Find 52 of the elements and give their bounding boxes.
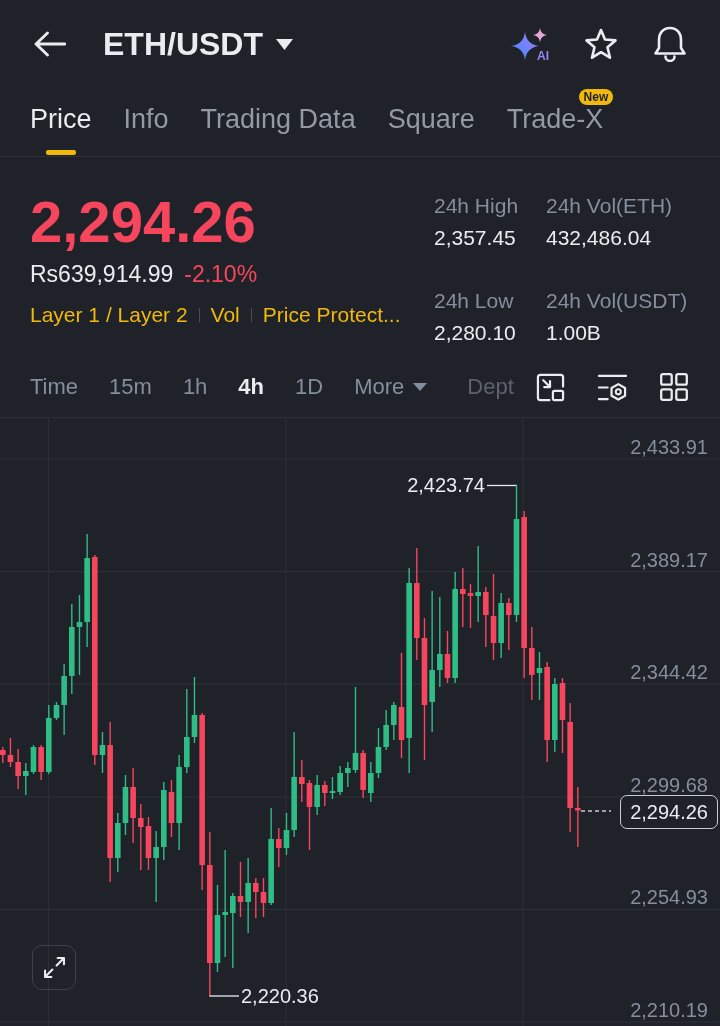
interval-tab[interactable]: 4h [238, 375, 265, 399]
active-tab-indicator [45, 150, 76, 155]
high-price-label: 2,423.74 [407, 475, 485, 495]
tab[interactable]: Price [30, 88, 92, 156]
ai-button[interactable]: AI [511, 27, 549, 61]
stat-value: 2,357.45 [434, 227, 517, 248]
expand-icon [43, 957, 65, 978]
current-price-label: 2,294.26 [620, 795, 718, 829]
leader-line [208, 995, 240, 997]
tag-link[interactable]: Vol [210, 304, 240, 325]
stat-value: 1.00B [546, 321, 602, 343]
tag-link[interactable]: Layer 1 / Layer 2 [30, 304, 188, 325]
tag-link[interactable]: Price Protect... [262, 304, 401, 325]
expand-button[interactable] [32, 945, 76, 990]
stat-label: 24h Vol(USDT) [546, 289, 688, 311]
stat-label: 24h Low [434, 289, 515, 311]
interval-tab[interactable]: 1D [295, 375, 324, 399]
tab[interactable]: Trading Data [200, 88, 356, 156]
price-change: -2.10% [184, 263, 258, 286]
star-icon[interactable] [584, 28, 618, 60]
stat-label: 24h Vol(ETH) [546, 195, 674, 216]
price-axis-label: 2,344.42 [630, 662, 708, 683]
stat-label: 24h High [434, 195, 520, 216]
bell-icon[interactable] [653, 26, 687, 62]
caret-down-icon [413, 383, 428, 391]
caret-down-icon [276, 38, 293, 50]
more-dropdown[interactable]: More [354, 375, 428, 399]
leader-line [486, 484, 517, 487]
low-price-label: 2,220.36 [241, 986, 319, 1006]
interval-tab[interactable]: Time [30, 375, 79, 399]
stat-value: 2,280.10 [434, 321, 517, 343]
price-axis-label: 2,433.91 [630, 437, 708, 457]
new-badge: New [578, 89, 614, 105]
price-axis-label: 2,299.68 [630, 774, 708, 795]
grid-icon[interactable] [660, 373, 688, 401]
picture-in-picture-icon[interactable] [536, 372, 565, 402]
price-axis-label: 2,389.17 [630, 549, 708, 570]
sparkle-icon [511, 27, 547, 60]
last-price: 2,294.26 [30, 193, 257, 251]
list-settings-icon[interactable] [597, 372, 628, 402]
tab[interactable]: Square [387, 88, 475, 156]
fiat-price: Rs639,914.99 [30, 263, 174, 286]
price-axis-label: 2,210.19 [630, 1000, 708, 1021]
tab[interactable]: Info [123, 88, 169, 156]
candle [575, 786, 581, 848]
interval-tab[interactable]: 15m [109, 375, 152, 399]
back-arrow-icon[interactable] [34, 31, 66, 57]
price-axis-label: 2,254.93 [630, 887, 708, 908]
price-line [580, 810, 612, 812]
interval-tab[interactable]: 1h [182, 375, 208, 399]
pair-selector[interactable]: ETH/USDT [103, 26, 293, 62]
stat-value: 432,486.04 [546, 227, 653, 248]
